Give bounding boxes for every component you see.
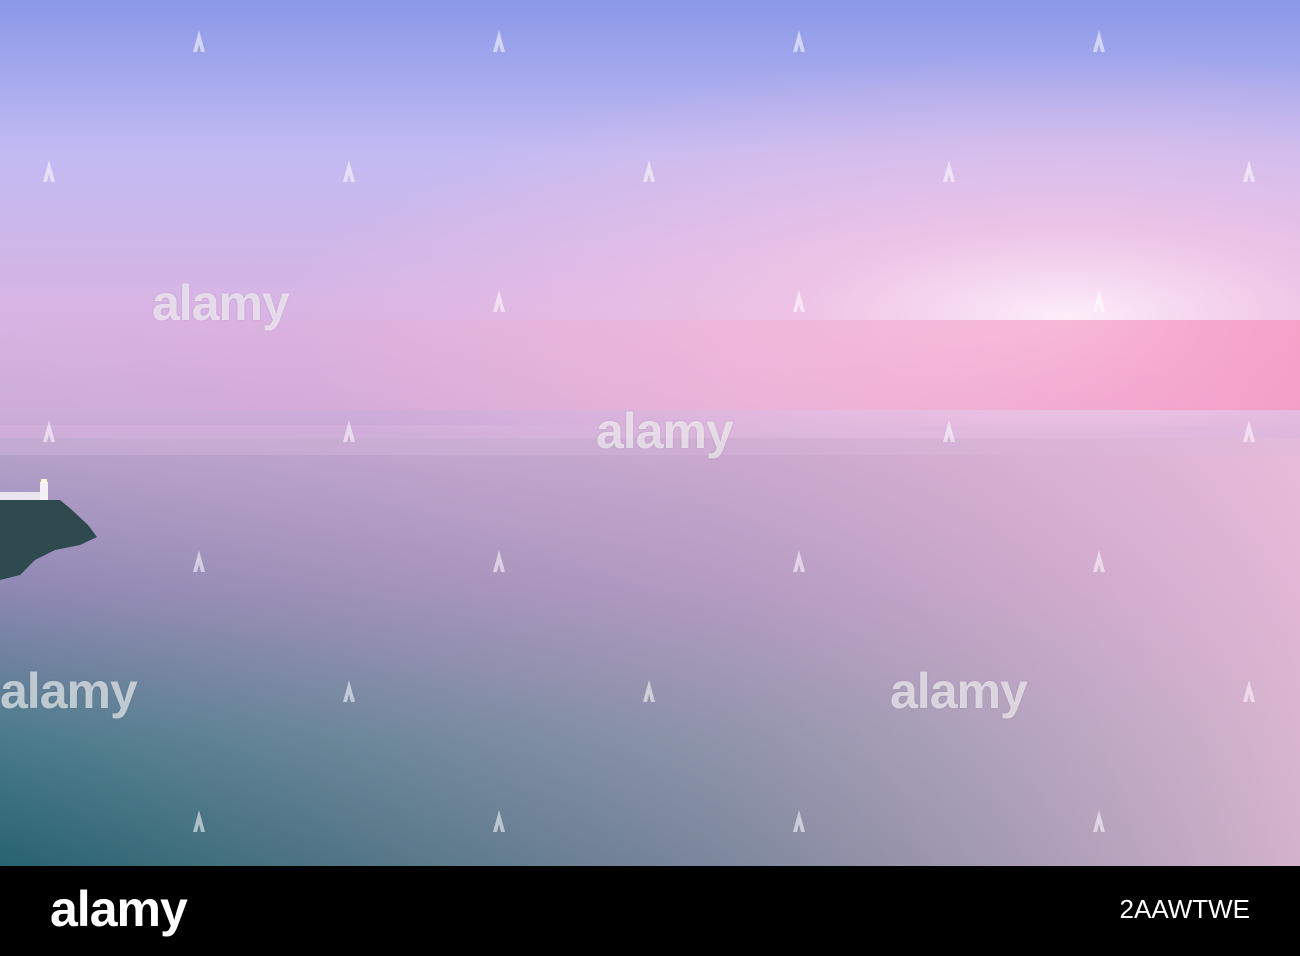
- watermark-mark: [1093, 290, 1105, 312]
- watermark-mark: [1243, 160, 1255, 182]
- watermark-mark: [493, 550, 505, 572]
- watermark-mark: [793, 550, 805, 572]
- alamy-logo[interactable]: alamy: [50, 884, 188, 934]
- watermark-text: alamy: [152, 275, 290, 331]
- watermark-mark: [643, 680, 655, 702]
- watermark-mark: [493, 290, 505, 312]
- watermark-mark: [793, 290, 805, 312]
- watermark-mark: [193, 810, 205, 832]
- watermark-mark: [343, 680, 355, 702]
- watermark-mark: [343, 420, 355, 442]
- watermark-mark: [793, 30, 805, 52]
- watermark-mark: [943, 160, 955, 182]
- watermark-text: alamy: [890, 663, 1028, 719]
- watermark-text: alamy: [0, 663, 138, 719]
- watermark-mark: [793, 810, 805, 832]
- watermark-mark: [193, 550, 205, 572]
- watermark-mark: [493, 30, 505, 52]
- watermark-mark: [943, 420, 955, 442]
- watermark-mark: [1243, 680, 1255, 702]
- watermark-mark: [43, 420, 55, 442]
- watermark-mark: [1093, 550, 1105, 572]
- watermark-mark: [1243, 420, 1255, 442]
- watermark-mark: [1093, 30, 1105, 52]
- watermark-mark: [343, 160, 355, 182]
- lighthouse-buildings: [0, 492, 46, 500]
- watermark-text: alamy: [596, 403, 734, 459]
- watermark-mark: [1093, 810, 1105, 832]
- seascape-photo: alamy alamy alamy alamy: [0, 0, 1300, 866]
- lighthouse: [40, 482, 48, 500]
- image-id: 2AAWTWE: [1119, 894, 1250, 924]
- watermark-mark: [493, 810, 505, 832]
- watermark-mark: [193, 30, 205, 52]
- watermark-mark: [43, 160, 55, 182]
- watermark-mark: [643, 160, 655, 182]
- footer-bar: alamy 2AAWTWE: [0, 866, 1300, 956]
